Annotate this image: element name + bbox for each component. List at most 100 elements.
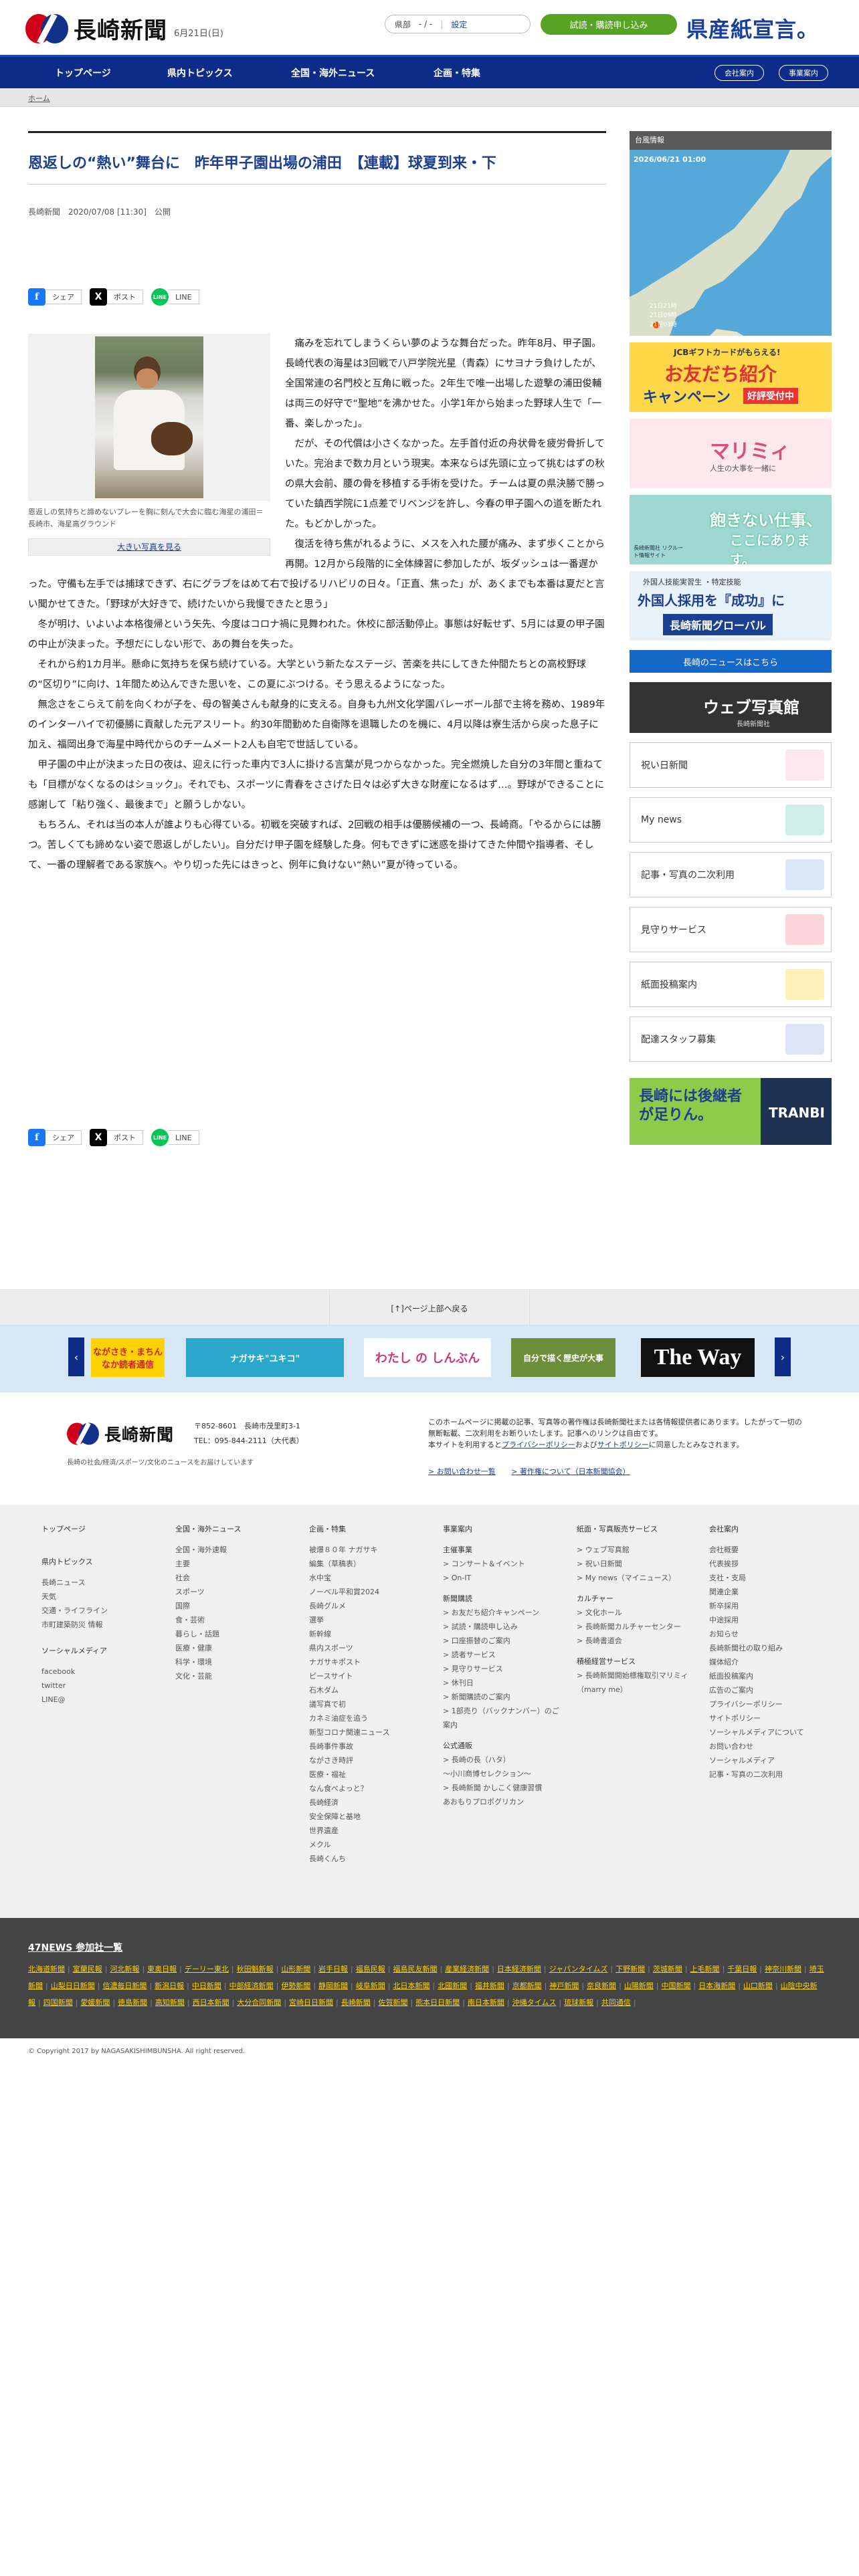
news47-member-link[interactable]: 北海道新聞 bbox=[28, 1965, 65, 1973]
sitemap-link[interactable]: 水中宝 bbox=[309, 1571, 389, 1585]
ad-marimi[interactable]: マリミィ 人生の大事を一緒に bbox=[630, 419, 832, 488]
sitemap-link[interactable]: お問い合わせ bbox=[709, 1739, 809, 1753]
breadcrumb-home[interactable]: ホーム bbox=[28, 93, 50, 104]
ad-web-photo[interactable]: ウェブ写真館 長崎新聞社 bbox=[630, 682, 832, 733]
news47-member-link[interactable]: 静岡新聞 bbox=[318, 1981, 348, 1990]
news47-member-link[interactable]: 茨城新聞 bbox=[653, 1965, 682, 1973]
sitemap-link[interactable]: 記事・写真の二次利用 bbox=[709, 1767, 809, 1782]
sitemap-link[interactable]: サイトポリシー bbox=[709, 1711, 809, 1725]
sitemap-heading[interactable]: 企画・特集 bbox=[309, 1522, 389, 1536]
news47-member-link[interactable]: 伊勢新聞 bbox=[281, 1981, 310, 1990]
sitemap-link[interactable]: 新幹線 bbox=[309, 1627, 389, 1641]
news47-member-link[interactable]: 中部経済新聞 bbox=[229, 1981, 274, 1990]
news47-member-link[interactable]: 新潟日報 bbox=[155, 1981, 184, 1990]
news47-member-link[interactable]: 中日新聞 bbox=[192, 1981, 221, 1990]
sitemap-link[interactable]: 長崎グルメ bbox=[309, 1599, 389, 1613]
service-mynews[interactable]: My news bbox=[630, 797, 832, 843]
sitemap-link[interactable]: 紙面投稿案内 bbox=[709, 1669, 809, 1683]
service-iwaibi[interactable]: 祝い日新聞 bbox=[630, 742, 832, 788]
news47-member-link[interactable]: 熊本日日新聞 bbox=[415, 1998, 460, 2007]
news47-member-link[interactable]: 愛媛新聞 bbox=[80, 1998, 110, 2007]
news47-member-link[interactable]: 山梨日日新聞 bbox=[51, 1981, 95, 1990]
privacy-policy-link[interactable]: プライバシーポリシー bbox=[502, 1440, 575, 1449]
site-logo[interactable]: 長崎新聞 6月21日(日) bbox=[25, 12, 223, 45]
banner-4[interactable]: 自分で描く歴史が大事 bbox=[511, 1338, 615, 1377]
sitemap-link[interactable]: 医療・福祉 bbox=[309, 1767, 389, 1782]
banner-2[interactable]: ナガサキ"ユキコ" bbox=[186, 1338, 344, 1377]
news47-member-link[interactable]: 徳島新聞 bbox=[118, 1998, 147, 2007]
news47-member-link[interactable]: 福島民報 bbox=[356, 1965, 385, 1973]
sitemap-link[interactable]: 全国・海外速報 bbox=[175, 1543, 241, 1557]
sitemap-link[interactable]: 社会 bbox=[175, 1571, 241, 1585]
kensan-banner[interactable]: 県産紙宣言。 bbox=[686, 13, 819, 43]
sitemap-link[interactable]: お知らせ bbox=[709, 1627, 809, 1641]
news47-member-link[interactable]: 日本海新聞 bbox=[698, 1981, 735, 1990]
sitemap-heading[interactable]: 会社案内 bbox=[709, 1522, 809, 1536]
share-facebook[interactable]: f シェア bbox=[28, 1129, 82, 1146]
footer-logo[interactable]: 長崎新聞 bbox=[67, 1419, 174, 1448]
sitemap-link[interactable]: プライバシーポリシー bbox=[709, 1697, 809, 1711]
sitemap-link[interactable]: ながさき時評 bbox=[309, 1753, 389, 1767]
weather-widget[interactable]: 県部 - / - | 設定 bbox=[385, 15, 531, 33]
news47-member-link[interactable]: 琉球新報 bbox=[564, 1998, 593, 2007]
nav-features[interactable]: 企画・特集 bbox=[434, 66, 480, 80]
share-x[interactable]: X ポスト bbox=[90, 288, 143, 306]
carousel-next-icon[interactable]: › bbox=[775, 1337, 791, 1376]
news47-member-link[interactable]: 中国新聞 bbox=[662, 1981, 691, 1990]
banner-1[interactable]: ながさき・まちんなか読者通信 bbox=[91, 1338, 165, 1377]
sitemap-link[interactable]: 新型コロナ関連ニュース bbox=[309, 1725, 389, 1739]
sitemap-link[interactable]: ノーベル平和賞2024 bbox=[309, 1585, 389, 1599]
sitemap-link[interactable]: 暮らし・話題 bbox=[175, 1627, 241, 1641]
share-line[interactable]: LINE LINE bbox=[151, 1129, 199, 1146]
news47-member-link[interactable]: 宮崎日日新聞 bbox=[289, 1998, 333, 2007]
sitemap-link[interactable]: カネミ油症を追う bbox=[309, 1711, 389, 1725]
share-x[interactable]: X ポスト bbox=[90, 1129, 143, 1146]
news47-member-link[interactable]: 共同通信 bbox=[601, 1998, 631, 2007]
view-large-photo-button[interactable]: 大きい写真を見る bbox=[28, 538, 270, 556]
news47-member-link[interactable]: 沖縄タイムス bbox=[512, 1998, 557, 2007]
news47-member-link[interactable]: 山陽新聞 bbox=[624, 1981, 654, 1990]
news47-member-link[interactable]: 奈良新聞 bbox=[587, 1981, 616, 1990]
sitemap-link[interactable]: 選挙 bbox=[309, 1613, 389, 1627]
news47-member-link[interactable]: 岩手日報 bbox=[318, 1965, 348, 1973]
news47-member-link[interactable]: 大分合同新聞 bbox=[237, 1998, 281, 2007]
service-delivery[interactable]: 配達スタッフ募集 bbox=[630, 1016, 832, 1062]
business-info-button[interactable]: 事業案内 bbox=[779, 65, 828, 81]
trial-subscribe-button[interactable]: 試読・購読申し込み bbox=[541, 14, 677, 35]
company-info-button[interactable]: 会社案内 bbox=[714, 65, 764, 81]
news47-member-link[interactable]: 東奥日報 bbox=[147, 1965, 177, 1973]
copyright-link[interactable]: > 著作権について（日本新聞協会） bbox=[511, 1467, 630, 1476]
news47-member-link[interactable]: 京都新聞 bbox=[512, 1981, 542, 1990]
sitemap-link[interactable]: 媒体紹介 bbox=[709, 1655, 809, 1669]
ad-jcb-campaign[interactable]: JCBギフトカードがもらえる! お友だち紹介 キャンペーン 好評受付中 bbox=[630, 342, 832, 412]
ad-global[interactable]: 外国人技能実習生 ・特定技能 外国人採用を『成功』に 長崎新聞グローバル bbox=[630, 571, 832, 641]
nav-local-topics[interactable]: 県内トピックス bbox=[167, 66, 233, 80]
sitemap-link[interactable]: 文化・芸能 bbox=[175, 1669, 241, 1683]
sitemap-link[interactable]: 関連企業 bbox=[709, 1585, 809, 1599]
news47-member-link[interactable]: 四国新聞 bbox=[43, 1998, 73, 2007]
service-reuse[interactable]: 記事・写真の二次利用 bbox=[630, 852, 832, 897]
news47-member-link[interactable]: 長崎新聞 bbox=[341, 1998, 371, 2007]
news47-member-link[interactable]: 秋田魁新報 bbox=[237, 1965, 274, 1973]
ad-recruit[interactable]: 飽きない仕事、 ここにあります。 長崎新聞社 リクルート情報サイト bbox=[630, 495, 832, 564]
news47-member-link[interactable]: 山口新聞 bbox=[743, 1981, 773, 1990]
sitemap-link[interactable]: 石木ダム bbox=[309, 1683, 389, 1697]
ad-tranbi[interactable]: 長崎には後継者が足りん。 TRANBI bbox=[630, 1078, 832, 1145]
share-line[interactable]: LINE LINE bbox=[151, 288, 199, 306]
news47-member-link[interactable]: 室蘭民報 bbox=[73, 1965, 102, 1973]
sitemap-link[interactable]: ナガサキポスト bbox=[309, 1655, 389, 1669]
sitemap-link[interactable]: 県内スポーツ bbox=[309, 1641, 389, 1655]
sitemap-link[interactable]: 医療・健康 bbox=[175, 1641, 241, 1655]
news47-title[interactable]: 47NEWS 参加社一覧 bbox=[28, 1941, 122, 1954]
sitemap-link[interactable]: 広告のご案内 bbox=[709, 1683, 809, 1697]
news47-member-link[interactable]: 南日本新聞 bbox=[468, 1998, 504, 2007]
news47-member-link[interactable]: 佐賀新聞 bbox=[378, 1998, 407, 2007]
sitemap-link[interactable]: 被爆８０年 ナガサキ bbox=[309, 1543, 389, 1557]
nagasaki-news-link[interactable]: 長崎のニュースはこちら bbox=[630, 650, 832, 673]
sitemap-link[interactable]: なん食べよっと？ bbox=[309, 1782, 389, 1796]
article-photo[interactable] bbox=[28, 334, 270, 501]
news47-member-link[interactable]: 日本経済新聞 bbox=[497, 1965, 541, 1973]
news47-member-link[interactable]: 下野新聞 bbox=[615, 1965, 645, 1973]
sitemap-link[interactable]: 食・芸術 bbox=[175, 1613, 241, 1627]
pagetop-link[interactable]: [↑]ページ上部へ戻る bbox=[329, 1290, 530, 1326]
